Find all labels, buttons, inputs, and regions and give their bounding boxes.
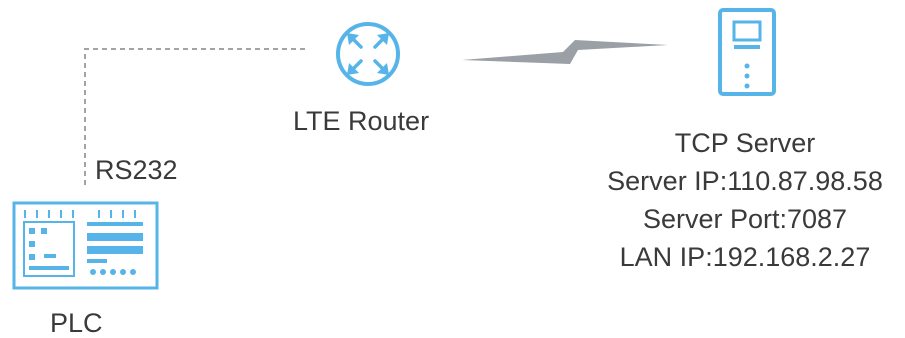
router-label: LTE Router xyxy=(293,106,430,136)
lan-ip: LAN IP:192.168.2.27 xyxy=(619,242,871,272)
plc-label: PLC xyxy=(50,308,103,338)
serial-link-label: RS232 xyxy=(95,155,178,185)
router-icon xyxy=(336,22,400,86)
server-icon xyxy=(718,8,776,96)
plc-icon xyxy=(12,201,159,290)
server-ip: Server IP:110.87.98.58 xyxy=(607,166,883,196)
wireless-link xyxy=(462,40,668,64)
server-port: Server Port:7087 xyxy=(642,204,848,234)
server-info: TCP Server Server IP:110.87.98.58 Server… xyxy=(585,124,905,276)
server-title: TCP Server xyxy=(674,128,816,158)
